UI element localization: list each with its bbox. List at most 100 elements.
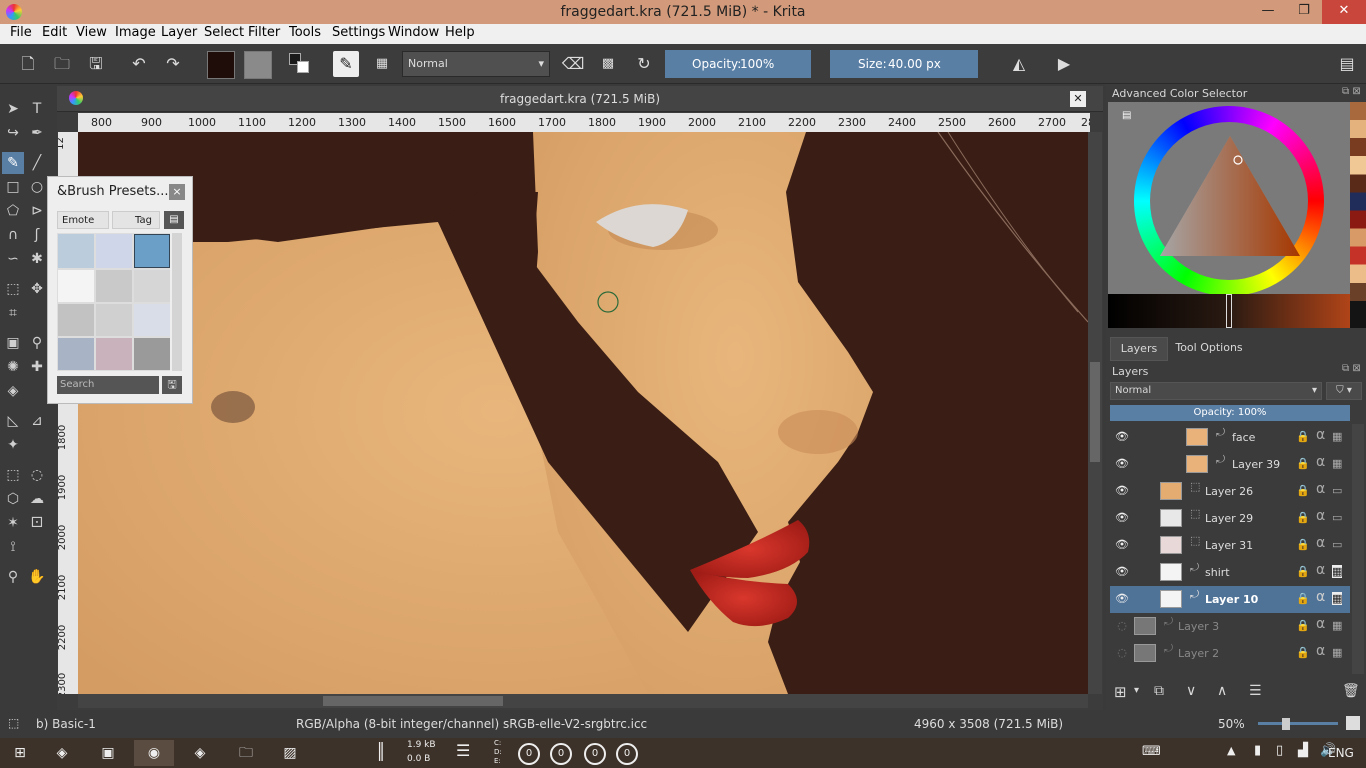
rect-select-tool-icon[interactable]: ⬚ [2, 464, 24, 486]
mirror-horizontal-icon[interactable]: ◭ [1006, 51, 1032, 77]
color-picker-tool-icon[interactable]: ⚲ [26, 332, 48, 354]
assistant-tool-icon[interactable]: ◺ [2, 410, 24, 432]
preset-thumbnail[interactable] [96, 304, 132, 336]
undo-icon[interactable]: ↶ [126, 51, 152, 77]
bezier-select-tool-icon[interactable]: ⟟ [2, 536, 24, 558]
inherit-alpha-icon[interactable]: ▦ [1332, 457, 1342, 470]
brush-preset-icon[interactable]: ✎ [333, 51, 359, 77]
presets-menu-icon[interactable]: ▤ [164, 211, 184, 229]
edit-shapes-tool-icon[interactable]: ↪ [2, 122, 24, 144]
layer-row[interactable]: 👁 ⬚ Layer 26 🔒 α ▭ [1110, 478, 1350, 505]
layer-row[interactable]: 👁 ⤾ shirt 🔒 α ▦ [1110, 559, 1350, 586]
inherit-alpha-icon[interactable]: ▦ [1332, 592, 1343, 605]
layer-row[interactable]: 👁 ⤾ face 🔒 α ▦ [1110, 424, 1350, 451]
duplicate-layer-icon[interactable]: ⧉ [1154, 683, 1164, 699]
taskbar-app-icon[interactable]: ▣ [88, 740, 128, 766]
lock-icon[interactable]: 🔒 [1296, 457, 1310, 470]
visibility-eye-icon[interactable]: 👁 [1115, 484, 1129, 498]
lock-icon[interactable]: 🔒 [1296, 646, 1310, 659]
freehand-path-tool-icon[interactable]: ʃ [26, 224, 48, 246]
preset-thumbnail[interactable] [96, 270, 132, 302]
move-layer-up-icon[interactable]: ∧ [1217, 683, 1227, 699]
layer-row[interactable]: ◌ ⤾ Layer 3 🔒 α ▦ [1110, 613, 1350, 640]
polyline-tool-icon[interactable]: ⊳ [26, 200, 48, 222]
size-slider[interactable]: Size: 40.00 px [830, 50, 978, 78]
visibility-eye-icon[interactable]: 👁 [1115, 430, 1129, 444]
zoom-slider-handle[interactable] [1282, 718, 1290, 730]
layer-properties-icon[interactable]: ☰ [1249, 683, 1262, 699]
menu-view[interactable]: View [76, 25, 107, 40]
taskbar-krita-icon[interactable]: ◉ [134, 740, 174, 766]
text-tool-icon[interactable]: T [26, 98, 48, 120]
polygon-select-tool-icon[interactable]: ⬡ [2, 488, 24, 510]
preset-thumbnail[interactable] [58, 338, 94, 370]
layer-filter-icon[interactable]: ⛉ ▾ [1326, 382, 1362, 400]
taskbar-app-icon[interactable]: ▨ [270, 740, 310, 766]
blend-mode-select[interactable]: Normal ▾ [402, 51, 550, 77]
saturation-triangle[interactable] [1160, 136, 1300, 258]
keyboard-icon[interactable]: ⌨ [1142, 744, 1161, 759]
hidden-eye-icon[interactable]: ◌ [1115, 646, 1129, 660]
inherit-alpha-icon[interactable]: ▭ [1332, 511, 1342, 524]
alpha-lock-icon[interactable]: α [1316, 454, 1325, 470]
save-search-icon[interactable]: 🖫 [162, 376, 182, 394]
select-shapes-tool-icon[interactable]: ➤ [2, 98, 24, 120]
inherit-alpha-icon[interactable]: ▭ [1332, 484, 1342, 497]
preset-thumbnail[interactable] [96, 338, 132, 370]
inherit-alpha-icon[interactable]: ▦ [1332, 565, 1343, 578]
lock-icon[interactable]: 🔒 [1296, 592, 1310, 605]
bg-color-chip[interactable] [297, 61, 309, 73]
layer-row[interactable]: 👁 ⬚ Layer 29 🔒 α ▭ [1110, 505, 1350, 532]
move-layer-down-icon[interactable]: ∨ [1186, 683, 1196, 699]
tag-button[interactable]: Tag [112, 211, 160, 229]
visibility-eye-icon[interactable]: 👁 [1115, 538, 1129, 552]
layer-row-selected[interactable]: 👁 ⤾ Layer 10 🔒 α ▦ [1110, 586, 1350, 613]
lock-icon[interactable]: 🔒 [1296, 619, 1310, 632]
brush-settings-icon[interactable]: ▦ [369, 51, 395, 77]
inherit-alpha-icon[interactable]: ▦ [1332, 430, 1342, 443]
lock-icon[interactable]: 🔒 [1296, 430, 1310, 443]
inherit-alpha-icon[interactable]: ▭ [1332, 538, 1342, 551]
preset-thumbnail[interactable] [134, 270, 170, 302]
layer-row[interactable]: 👁 ⤾ Layer 39 🔒 α ▦ [1110, 451, 1350, 478]
close-docker-button[interactable]: × [169, 184, 185, 200]
battery-icon[interactable]: ▮ [1254, 743, 1261, 758]
preset-thumbnail[interactable] [58, 270, 94, 302]
splitter-handle[interactable] [1224, 330, 1244, 334]
horizontal-scrollbar[interactable] [78, 694, 1088, 708]
inherit-alpha-icon[interactable]: ▦ [1332, 619, 1342, 632]
canvas-only-toggle-icon[interactable] [1346, 716, 1360, 730]
taskbar-app-icon[interactable]: ◈ [180, 740, 220, 766]
line-tool-icon[interactable]: ╱ [26, 152, 48, 174]
menu-file[interactable]: File [10, 25, 32, 40]
lock-icon[interactable]: 🔒 [1296, 538, 1310, 551]
contiguous-select-tool-icon[interactable]: ✶ [2, 512, 24, 534]
hidden-eye-icon[interactable]: ◌ [1115, 619, 1129, 633]
menu-help[interactable]: Help [445, 25, 475, 40]
menu-image[interactable]: Image [115, 25, 156, 40]
lock-icon[interactable]: 🔒 [1296, 511, 1310, 524]
menu-tools[interactable]: Tools [289, 25, 321, 40]
delete-layer-icon[interactable]: 🗑 [1342, 683, 1360, 699]
menu-layer[interactable]: Layer [161, 25, 197, 40]
preset-search-input[interactable]: Search [57, 376, 159, 394]
opacity-slider[interactable]: Opacity: 100% [665, 50, 811, 78]
freehand-select-tool-icon[interactable]: ☁ [26, 488, 48, 510]
bezier-tool-icon[interactable]: ∩ [2, 224, 24, 246]
close-document-button[interactable]: ✕ [1070, 91, 1086, 107]
visibility-eye-icon[interactable]: 👁 [1115, 457, 1129, 471]
lock-icon[interactable]: 🔒 [1296, 484, 1310, 497]
alpha-lock-icon[interactable]: α [1316, 643, 1325, 659]
alpha-lock-icon[interactable]: α [1316, 589, 1325, 605]
measure-tool-icon[interactable]: ⊿ [26, 410, 48, 432]
taskbar-file-explorer-icon[interactable]: 🗀 [226, 740, 266, 766]
windows-start-icon[interactable]: ⊞ [0, 740, 40, 766]
alpha-lock-icon[interactable]: α [1316, 562, 1325, 578]
reference-images-tool-icon[interactable]: ✦ [2, 434, 24, 456]
tray-app-icon[interactable]: ▯ [1276, 743, 1283, 758]
lock-icon[interactable]: 🔒 [1296, 565, 1310, 578]
menu-filter[interactable]: Filter [248, 25, 280, 40]
open-document-icon[interactable]: 🗀 [49, 51, 75, 77]
fill-tool-icon[interactable]: ◈ [2, 380, 24, 402]
new-document-icon[interactable]: 🗋 [15, 51, 41, 77]
